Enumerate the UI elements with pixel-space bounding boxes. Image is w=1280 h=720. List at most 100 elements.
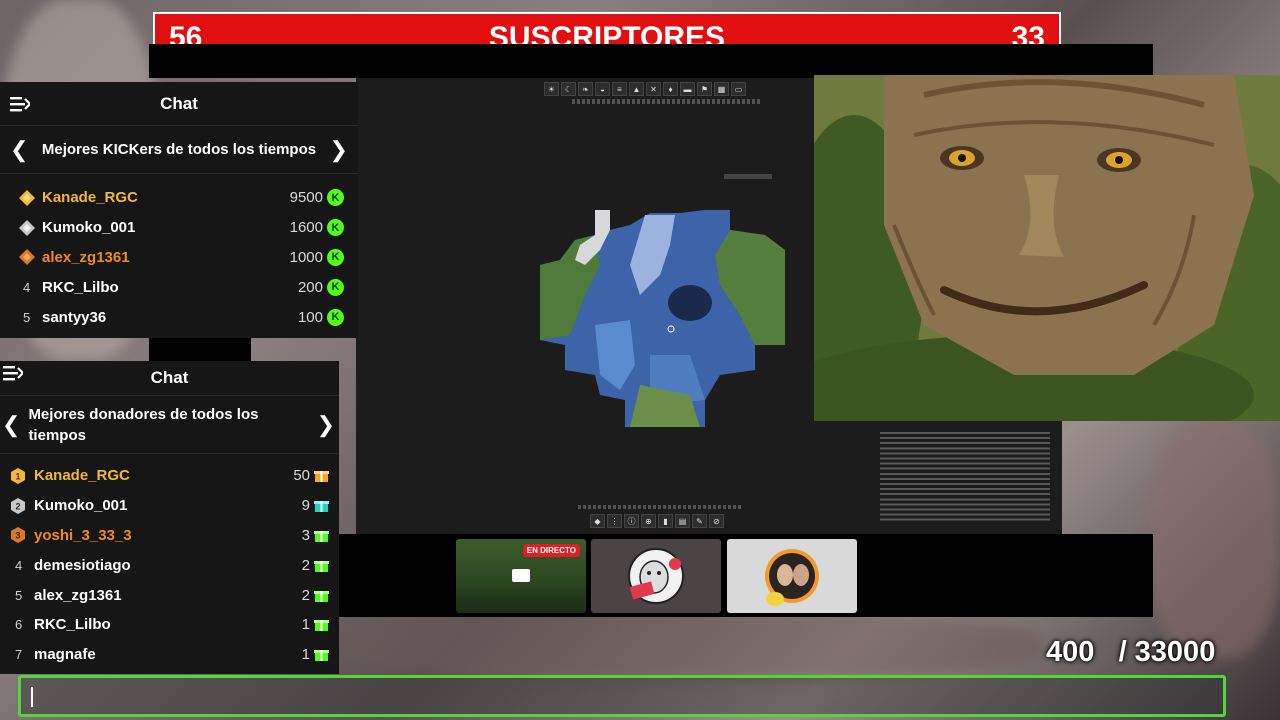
chat-message-input[interactable] bbox=[18, 675, 1226, 717]
gold-medal-icon: 1 bbox=[10, 467, 34, 484]
kick-coin-icon: K bbox=[327, 308, 344, 326]
leaderboard-score: 1600 bbox=[289, 219, 323, 237]
collapse-chat-icon[interactable] bbox=[3, 365, 23, 381]
leaderboard-header: ❮ Mejores donadores de todos los tiempos… bbox=[0, 396, 339, 454]
trash-icon[interactable]: ▮ bbox=[658, 514, 673, 528]
chat-title: Chat bbox=[150, 368, 189, 387]
leaderboard-rank: 5 bbox=[15, 587, 23, 603]
pen-icon[interactable]: ✎ bbox=[692, 514, 707, 528]
leaderboard-rank: 5 bbox=[23, 309, 31, 325]
leaderboard-name: RKC_Lilbo bbox=[34, 616, 111, 634]
map-player-tag bbox=[724, 174, 772, 179]
live-channel-thumb[interactable]: EN DIRECTO bbox=[456, 539, 586, 613]
kicks-leaderboard: Kanade_RGC 9500 K Kumoko_001 1600 K alex… bbox=[0, 174, 358, 332]
eye-off-icon[interactable]: ⊘ bbox=[709, 514, 724, 528]
chevron-right-icon[interactable]: ❯ bbox=[317, 412, 335, 438]
doc-icon[interactable]: ▤ bbox=[675, 514, 690, 528]
moon-icon[interactable]: ☾ bbox=[561, 82, 576, 96]
leaderboard-score: 2 bbox=[301, 556, 310, 574]
leaderboard-score: 50 bbox=[293, 467, 310, 485]
goal-counter: 400 / 33000 bbox=[1046, 636, 1215, 669]
leaderboard-name: santyy36 bbox=[42, 308, 107, 326]
channel-thumb-3[interactable] bbox=[727, 539, 857, 613]
leaderboard-name: magnafe bbox=[34, 646, 96, 664]
leaderboard-row: 1 Kanade_RGC 50 bbox=[10, 461, 329, 491]
map-terrain[interactable] bbox=[540, 205, 785, 427]
svg-text:2: 2 bbox=[15, 501, 20, 511]
leaderboard-header: ❮ Mejores KICKers de todos los tiempos ❯ bbox=[0, 126, 358, 174]
grid-icon[interactable]: ▦ bbox=[714, 82, 729, 96]
wise-tree-image bbox=[814, 75, 1280, 421]
spawn-icon[interactable]: ⊕ bbox=[641, 514, 656, 528]
chat-header: Chat bbox=[0, 82, 358, 126]
kick-coin-icon: K bbox=[327, 278, 344, 296]
leaderboard-name: Kanade_RGC bbox=[34, 467, 130, 485]
waypoint-icon[interactable]: ◆ bbox=[590, 514, 605, 528]
camera-icon[interactable]: ▭ bbox=[731, 82, 746, 96]
leaderboard-title: Mejores donadores de todos los tiempos bbox=[20, 404, 316, 446]
cave-icon[interactable]: ◒ bbox=[595, 82, 610, 96]
map-toolbar: ☀ ☾ ❧ ◒ ≡ ▲ ✕ ♦ ▬ ⚑ ▦ ▭ bbox=[544, 82, 746, 96]
kick-coin-icon: K bbox=[327, 219, 344, 237]
leaderboard-score: 100 bbox=[297, 308, 323, 326]
goal-target: / 33000 bbox=[1118, 636, 1216, 668]
bronze-medal-icon: 3 bbox=[10, 527, 34, 544]
leaderboard-name: Kumoko_001 bbox=[42, 219, 136, 237]
gift-icon bbox=[314, 589, 329, 602]
leaderboard-score: 3 bbox=[301, 526, 310, 544]
donors-chat-panel: Chat ❮ Mejores donadores de todos los ti… bbox=[0, 361, 339, 674]
collapse-chat-icon[interactable] bbox=[10, 96, 30, 112]
chevron-right-icon[interactable]: ❯ bbox=[330, 137, 348, 163]
leaderboard-rank: 4 bbox=[15, 557, 23, 573]
text-cursor bbox=[31, 687, 33, 707]
leaderboard-title-line2: tiempos bbox=[28, 426, 86, 444]
user-avatar bbox=[765, 549, 819, 606]
leaderboard-name: alex_zg1361 bbox=[42, 248, 130, 266]
overlay-gap bbox=[149, 338, 251, 362]
leaderboard-title: Mejores KICKers de todos los tiempos bbox=[41, 141, 317, 158]
monitor-icon bbox=[512, 569, 530, 582]
background-scene bbox=[340, 610, 1040, 680]
donors-leaderboard: 1 Kanade_RGC 50 2 Kumoko_001 9 3 yoshi_3… bbox=[0, 454, 339, 670]
leaderboard-score: 200 bbox=[297, 278, 323, 296]
background-scene bbox=[1150, 420, 1280, 660]
chevron-left-icon[interactable]: ❮ bbox=[2, 412, 20, 438]
leaderboard-row: 5 santyy36 100 K bbox=[18, 302, 344, 332]
goal-current: 400 bbox=[1046, 636, 1095, 668]
channel-thumb-2[interactable] bbox=[591, 539, 721, 613]
leaderboard-title-line1: Mejores donadores de todos los bbox=[28, 405, 259, 423]
leaderboard-row: 2 Kumoko_001 9 bbox=[10, 491, 329, 521]
leaf-icon[interactable]: ❧ bbox=[578, 82, 593, 96]
chevron-left-icon[interactable]: ❮ bbox=[10, 137, 28, 163]
leaderboard-row: 7 magnafe 1 bbox=[10, 640, 329, 670]
leaderboard-row: 6 RKC_Lilbo 1 bbox=[10, 610, 329, 640]
leaderboard-rank: 6 bbox=[15, 617, 23, 633]
flag-icon[interactable]: ⚑ bbox=[697, 82, 712, 96]
info-icon[interactable]: ⓘ bbox=[624, 514, 639, 528]
fire-icon[interactable]: ▲ bbox=[629, 82, 644, 96]
leaderboard-name: alex_zg1361 bbox=[34, 586, 122, 604]
shield-icon[interactable]: ♦ bbox=[663, 82, 678, 96]
bed-icon[interactable]: ▬ bbox=[680, 82, 695, 96]
chat-header: Chat bbox=[0, 361, 339, 396]
bronze-diamond-icon bbox=[18, 248, 42, 266]
leaderboard-rank: 7 bbox=[15, 647, 23, 663]
cross-icon[interactable]: ✕ bbox=[646, 82, 661, 96]
grid-icon[interactable]: ⋮ bbox=[607, 514, 622, 528]
svg-text:1: 1 bbox=[15, 471, 20, 481]
svg-text:3: 3 bbox=[15, 531, 20, 541]
map-coordinates-bottom bbox=[578, 505, 743, 509]
leaderboard-score: 9 bbox=[301, 497, 310, 515]
leaderboard-rank: 4 bbox=[23, 279, 31, 295]
kick-coin-icon: K bbox=[327, 248, 344, 266]
leaderboard-row: 4 demesiotiago 2 bbox=[10, 550, 329, 580]
leaderboard-name: RKC_Lilbo bbox=[42, 278, 119, 296]
opossum-avatar bbox=[628, 548, 684, 604]
leaderboard-row: 3 yoshi_3_33_3 3 bbox=[10, 521, 329, 551]
overlay-band bbox=[149, 44, 1153, 78]
sun-icon[interactable]: ☀ bbox=[544, 82, 559, 96]
leaderboard-row: Kumoko_001 1600 K bbox=[18, 213, 344, 243]
leaderboard-score: 9500 bbox=[289, 189, 323, 207]
layers-icon[interactable]: ≡ bbox=[612, 82, 627, 96]
leaderboard-score: 1 bbox=[301, 616, 310, 634]
